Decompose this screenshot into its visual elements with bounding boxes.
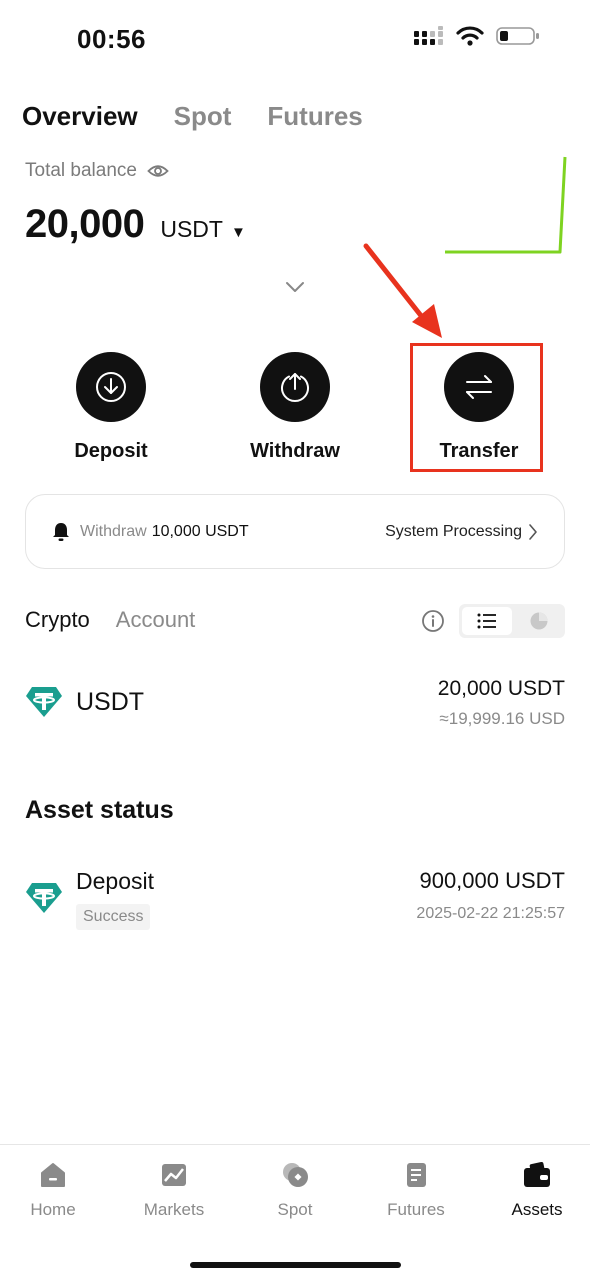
- tether-icon: [26, 687, 62, 717]
- nav-futures-label: Futures: [387, 1200, 445, 1219]
- nav-futures[interactable]: Futures: [361, 1161, 471, 1220]
- info-icon[interactable]: [421, 609, 445, 633]
- asset-sub-tabs: Crypto Account: [25, 607, 195, 633]
- list-view-button[interactable]: [462, 607, 512, 635]
- status-amount: 900,000 USDT: [419, 868, 565, 893]
- notice-status: System Processing: [385, 522, 522, 540]
- asset-row-usdt[interactable]: USDT 20,000 USDT ≈19,999.16 USD: [0, 670, 590, 740]
- nav-spot[interactable]: Spot: [240, 1161, 350, 1220]
- nav-markets[interactable]: Markets: [119, 1161, 229, 1220]
- notice-prefix: Withdraw: [80, 522, 147, 540]
- bottom-nav: Home Markets Spot Futures Assets: [0, 1144, 590, 1280]
- pie-view-button[interactable]: [515, 607, 563, 635]
- status-time: 00:56: [77, 24, 146, 54]
- withdraw-button[interactable]: Withdraw: [220, 352, 370, 463]
- deposit-button[interactable]: Deposit: [36, 352, 186, 463]
- bell-icon: [53, 522, 69, 541]
- asset-fiat-value: ≈19,999.16 USD: [439, 709, 565, 728]
- nav-markets-label: Markets: [143, 1200, 205, 1219]
- caret-down-icon[interactable]: ▼: [231, 224, 246, 241]
- top-tabs: Overview Spot Futures: [22, 101, 363, 132]
- tab-spot[interactable]: Spot: [174, 101, 232, 132]
- chart-icon: [162, 1164, 186, 1186]
- pie-chart-icon: [530, 612, 548, 630]
- balance-sparkline: [445, 156, 567, 254]
- nav-spot-label: Spot: [277, 1200, 313, 1219]
- home-icon: [41, 1163, 65, 1187]
- status-icons: [414, 26, 540, 46]
- nav-assets-label: Assets: [511, 1200, 563, 1219]
- notice-amount: 10,000 USDT: [151, 522, 249, 540]
- wallet-icon: [524, 1162, 550, 1187]
- balance-unit[interactable]: USDT: [160, 216, 223, 243]
- eye-icon[interactable]: [147, 163, 169, 179]
- status-timestamp: 2025-02-22 21:25:57: [416, 905, 565, 922]
- download-icon: [96, 372, 126, 402]
- total-balance-label-row: Total balance: [25, 160, 169, 182]
- home-indicator[interactable]: [190, 1262, 401, 1268]
- withdraw-label: Withdraw: [250, 440, 340, 462]
- asset-status-title: Asset status: [25, 796, 174, 824]
- asset-symbol: USDT: [76, 688, 145, 716]
- wifi-icon: [456, 26, 484, 46]
- notice-status-row: System Processing: [385, 523, 538, 541]
- tab-futures[interactable]: Futures: [267, 101, 362, 132]
- tab-overview[interactable]: Overview: [22, 101, 138, 132]
- annotation-arrow: [363, 243, 442, 338]
- nav-assets[interactable]: Assets: [482, 1161, 590, 1220]
- tab-account[interactable]: Account: [116, 607, 196, 633]
- tether-icon: [26, 883, 62, 913]
- deposit-label: Deposit: [74, 440, 148, 462]
- list-icon: [477, 613, 496, 629]
- total-balance-label: Total balance: [25, 160, 137, 181]
- status-type: Deposit: [76, 868, 154, 894]
- balance-amount: 20,000: [25, 202, 145, 246]
- transfer-highlight-box: [410, 343, 543, 472]
- battery-icon: [496, 27, 539, 45]
- document-icon: [407, 1163, 426, 1187]
- withdraw-notice-card[interactable]: Withdraw 10,000 USDT System Processing: [25, 494, 565, 569]
- nav-home-label: Home: [30, 1200, 76, 1219]
- asset-amount: 20,000 USDT: [437, 677, 565, 700]
- signal-icon: [414, 26, 443, 45]
- coins-icon: [283, 1163, 308, 1187]
- nav-home[interactable]: Home: [0, 1161, 108, 1220]
- asset-status-row[interactable]: Deposit Success 900,000 USDT 2025-02-22 …: [0, 860, 590, 940]
- upload-icon: [281, 373, 309, 403]
- tab-crypto[interactable]: Crypto: [25, 607, 90, 633]
- chevron-right-icon: [529, 523, 537, 540]
- view-toggle: [459, 604, 565, 638]
- balance-value-row: 20,000 USDT ▼: [25, 202, 246, 247]
- chevron-down-icon[interactable]: [284, 280, 306, 294]
- status-badge: Success: [76, 904, 151, 930]
